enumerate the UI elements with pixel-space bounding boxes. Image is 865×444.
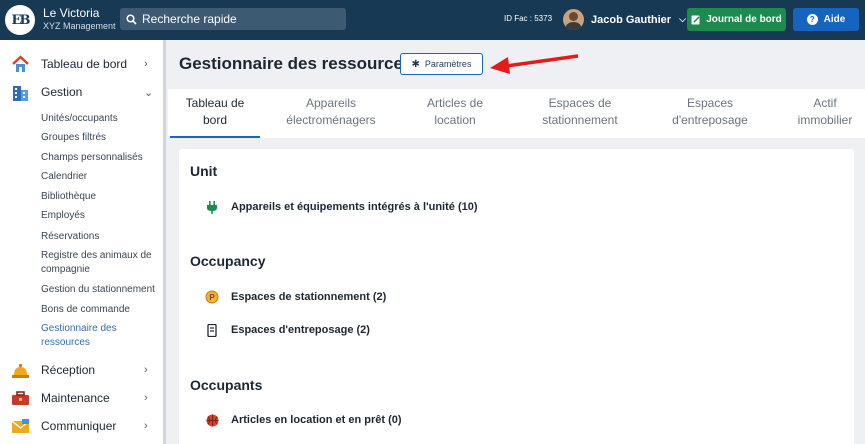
chevron-right-icon: › [144,364,148,376]
journal-button[interactable]: Journal de bord [687,8,786,31]
annotation-arrow [490,54,579,74]
pencil-note-icon [691,15,700,24]
tab-label-line: Espaces [686,96,734,110]
chevron-down-icon: ⌄ [144,86,154,99]
tab-storage-spaces[interactable]: Espaces d'entreposage [655,95,765,129]
section-title-occupancy: Occupancy [190,253,266,269]
tab-label-line: Actif [813,96,837,110]
tab-appliances[interactable]: Appareils électroménagers [270,95,392,129]
resource-row-appliances[interactable]: Appareils et équipements intégrés à l'un… [205,200,478,214]
organization-switcher[interactable]: Le Victoria XYZ Management [43,6,116,33]
sidebar-subitem-resource-manager[interactable]: Gestionnaire des ressources [41,322,159,350]
tab-label-line: d'entreposage [672,113,748,127]
buildings-icon [13,85,28,101]
org-sub: XYZ Management [43,21,116,31]
sidebar-subitem-pet-registry[interactable]: Registre des animaux de compagnie [41,249,159,277]
sidebar-subitem-parking-management[interactable]: Gestion du stationnement [41,283,159,297]
sidebar-item-dashboard[interactable]: Tableau de bord › [0,51,163,77]
resource-label: Articles en location et en prêt (0) [231,414,402,426]
search-input[interactable]: Recherche rapide [120,8,346,30]
resource-label: Espaces d'entreposage (2) [231,324,370,336]
sidebar-subitem-purchase-orders[interactable]: Bons de commande [41,303,159,317]
tab-label-line: Tableau de [185,96,245,110]
resource-row-storage[interactable]: Espaces d'entreposage (2) [205,323,370,337]
sidebar-item-label: Tableau de bord [41,57,128,71]
org-name: Le Victoria [43,6,100,20]
sidebar-subitem-reservations[interactable]: Réservations [41,230,159,244]
section-title-occupants: Occupants [190,377,263,393]
sidebar-item-label: Maintenance [41,391,110,405]
active-tab-indicator [170,136,260,138]
tab-dashboard[interactable]: Tableau de bord [170,95,260,129]
user-menu[interactable]: Jacob Gauthier ⌵ [563,9,686,30]
basketball-icon [205,413,219,427]
sidebar-item-gestion[interactable]: Gestion ⌄ [0,79,163,105]
sidebar-item-maintenance[interactable]: Maintenance › [0,385,163,411]
house-icon [12,54,29,72]
tab-label-line: immobilier [797,113,853,127]
search-icon [126,13,137,25]
app-logo[interactable]: EB [5,5,35,35]
user-name: Jacob Gauthier [591,13,672,26]
tab-label-line: Appareils [305,96,357,110]
tab-rental-items[interactable]: Articles de location [410,95,500,129]
storage-icon [205,323,219,337]
tab-label-line: Espaces de [548,96,612,110]
sidebar-scrollbar[interactable] [163,40,166,444]
sidebar-subitem-employees[interactable]: Employés [41,209,159,223]
parking-icon: P [205,290,219,304]
gear-icon: ✱ [411,58,420,70]
resource-row-rental-loans[interactable]: Articles en location et en prêt (0) [205,413,402,427]
chevron-right-icon: › [144,420,148,432]
search-placeholder: Recherche rapide [142,12,237,26]
sidebar-subitem-units[interactable]: Unités/occupants [41,112,159,126]
svg-text:P: P [209,293,215,302]
section-title-unit: Unit [190,163,218,179]
tab-label-line: Articles de [426,96,484,110]
sidebar-item-label: Gestion [41,85,83,99]
plug-icon [205,200,219,214]
sidebar-subitem-filtered-groups[interactable]: Groupes filtrés [41,131,159,145]
resource-label: Espaces de stationnement (2) [231,291,387,303]
avatar [563,9,584,30]
chevron-right-icon: › [144,58,148,70]
resource-row-parking[interactable]: P Espaces de stationnement (2) [205,290,386,304]
journal-label: Journal de bord [706,14,782,25]
resource-label: Appareils et équipements intégrés à l'un… [231,201,478,213]
sidebar-item-reception[interactable]: Réception › [0,357,163,383]
sidebar-subitem-custom-fields[interactable]: Champs personnalisés [41,151,159,165]
help-button[interactable]: ? Aide [793,8,859,31]
envelope-icon [11,418,30,433]
sidebar-item-label: Réception [41,363,96,377]
sidebar-item-label: Communiquer [41,419,117,433]
tab-label-line: stationnement [542,113,618,127]
bell-icon [12,363,29,378]
sidebar-item-communiquer[interactable]: Communiquer › [0,413,163,439]
tab-parking-spaces[interactable]: Espaces de stationnement [525,95,635,129]
chevron-right-icon: › [144,392,148,404]
chevron-down-icon: ⌵ [679,14,686,24]
page-title: Gestionnaire des ressources [179,54,413,73]
id-fac-label: ID Fac : 5373 [504,14,553,23]
settings-label: Paramètres [424,59,472,69]
tab-label-line: bord [202,113,228,127]
tab-label-line: location [434,113,476,127]
settings-button[interactable]: ✱ Paramètres [400,53,483,75]
question-icon: ? [806,14,818,25]
tab-label-line: électroménagers [286,113,376,127]
sidebar-subitem-library[interactable]: Bibliothèque [41,190,159,204]
tab-real-estate[interactable]: Actif immobilier [790,95,860,129]
help-label: Aide [823,14,846,25]
toolbox-icon [12,390,29,405]
sidebar-subitem-calendar[interactable]: Calendrier [41,170,159,184]
